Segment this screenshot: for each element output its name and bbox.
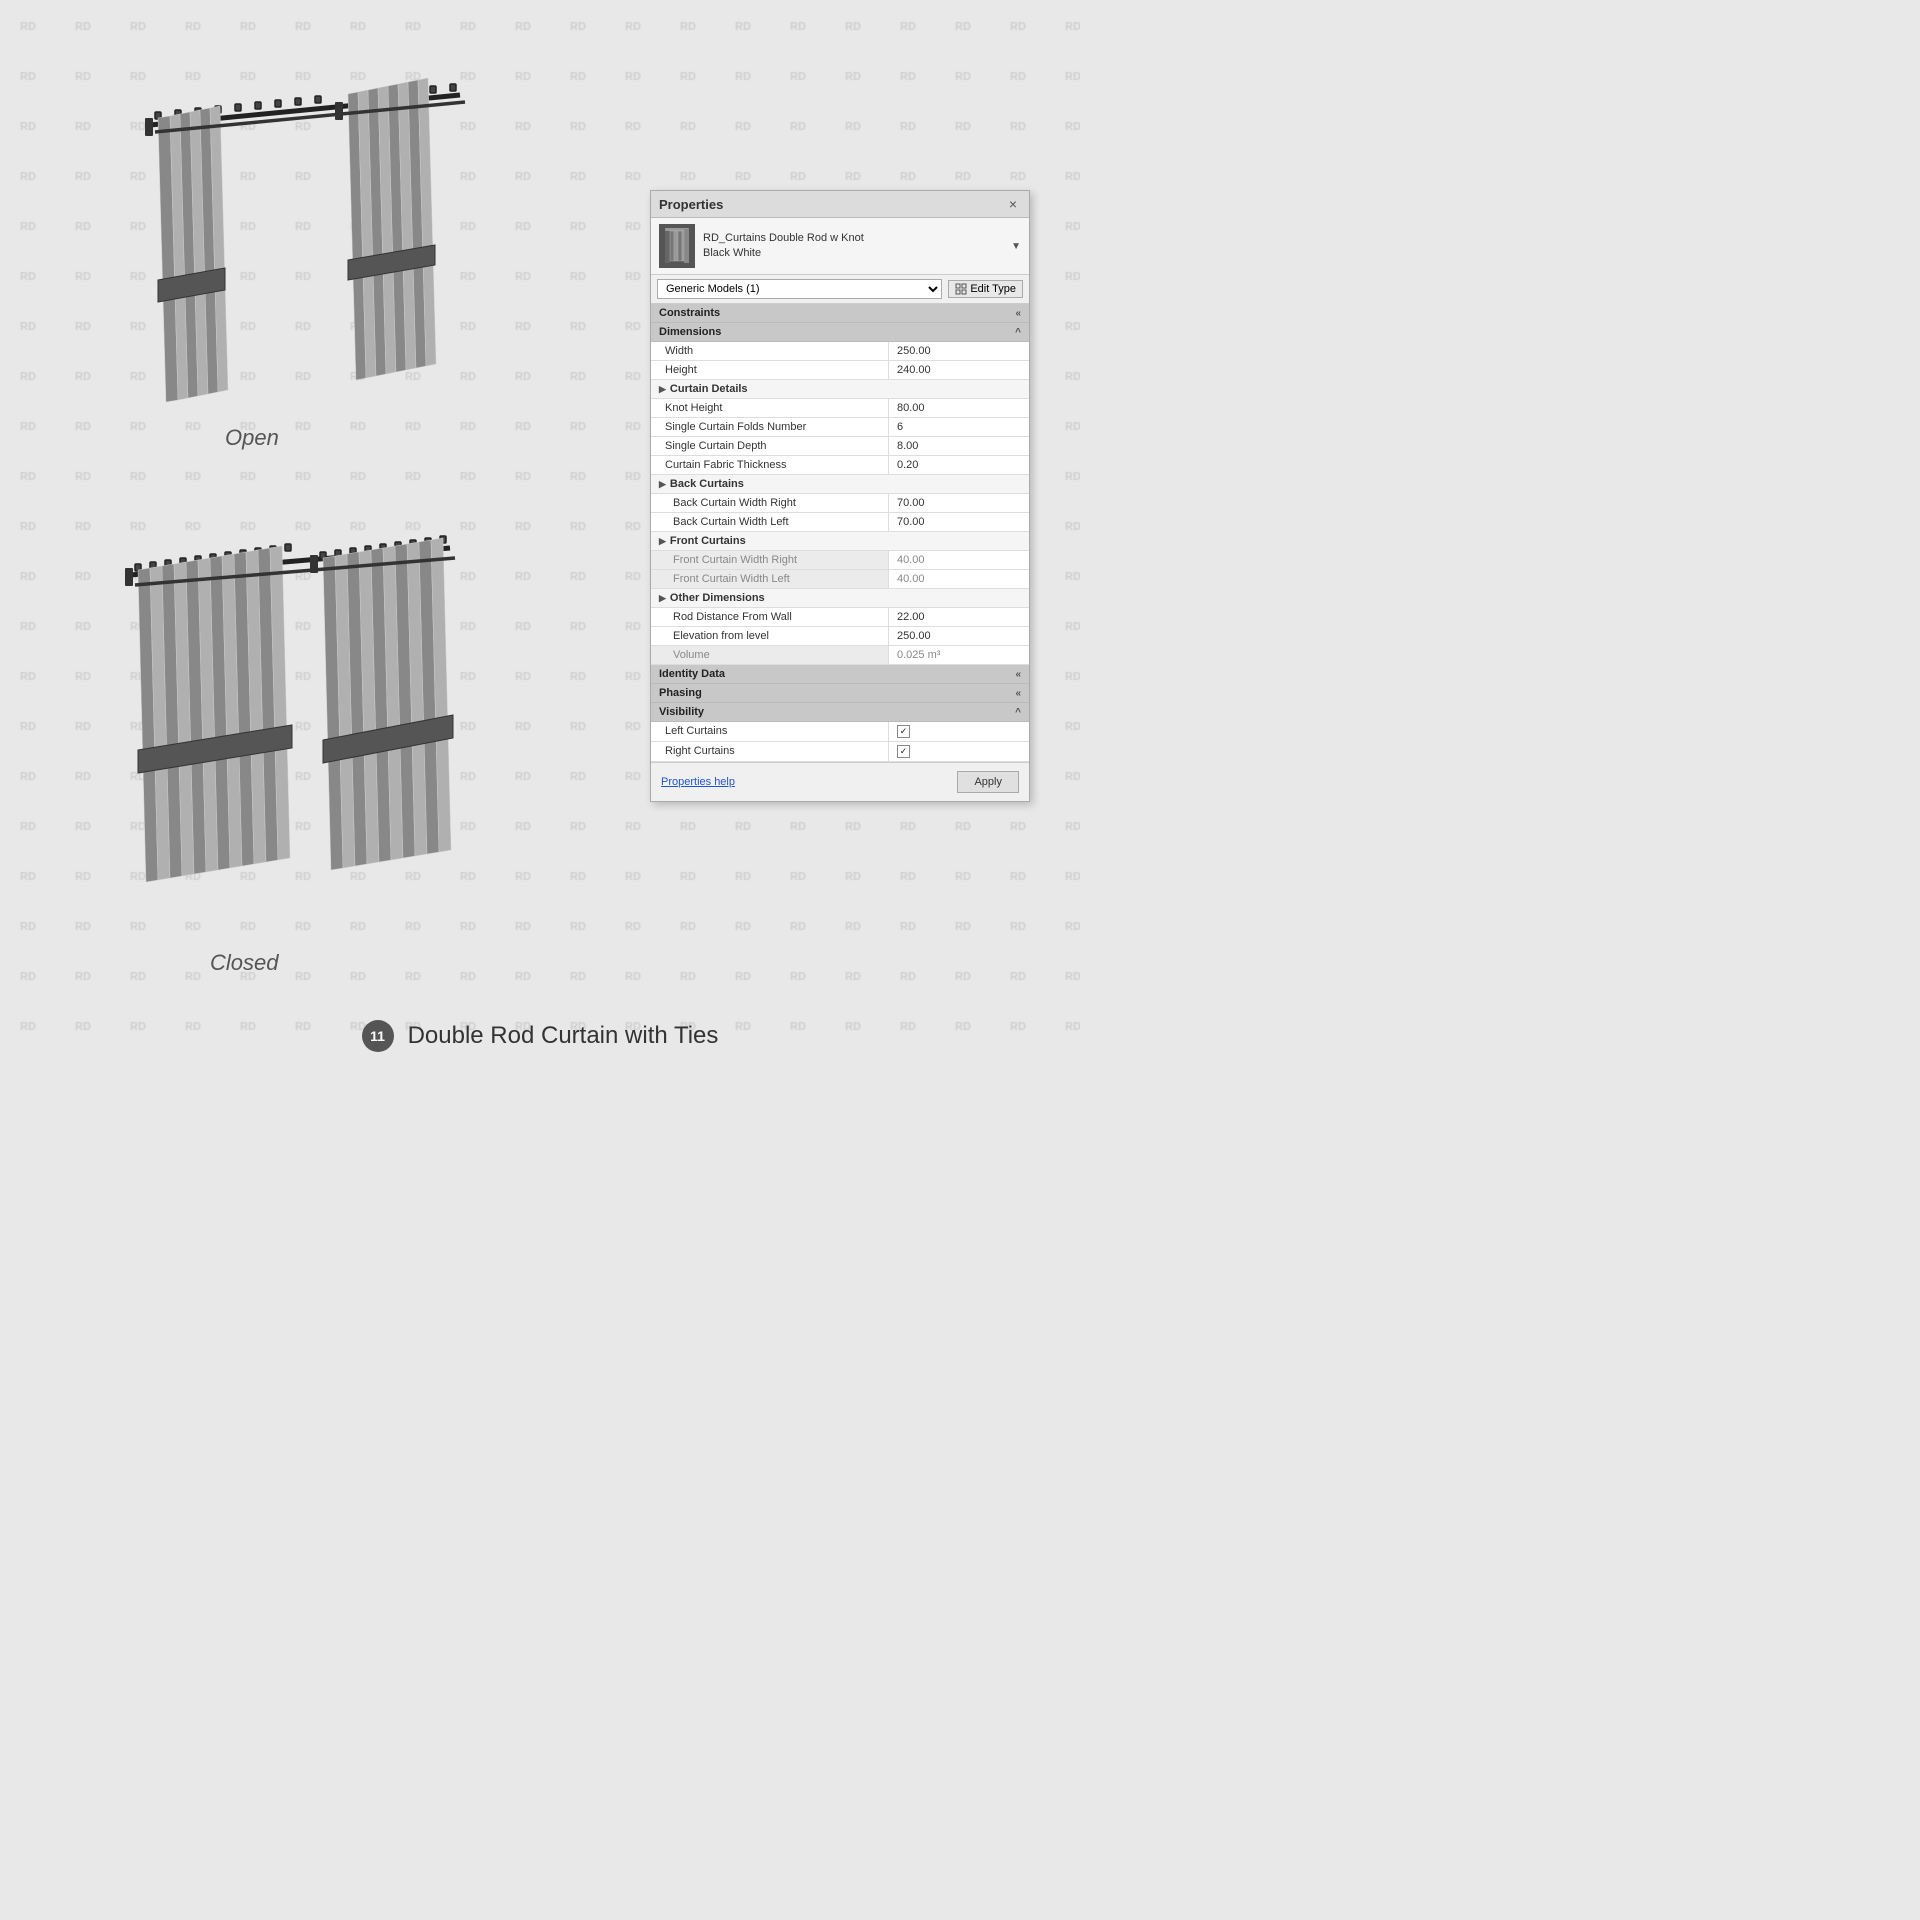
panel-titlebar: Properties × <box>651 191 1029 218</box>
prop-row-volume[interactable]: Volume 0.025 m³ <box>651 646 1029 665</box>
illustrations-area: Open <box>30 30 550 990</box>
prop-label-left-curtains: Left Curtains <box>651 722 889 741</box>
properties-help-link[interactable]: Properties help <box>661 776 735 788</box>
dimensions-properties: Width 250.00 Height 240.00 ▶ Curtain Det… <box>651 342 1029 665</box>
edit-type-button[interactable]: Edit Type <box>948 280 1023 298</box>
prop-value-volume: 0.025 m³ <box>889 646 1029 664</box>
prop-row-rod-distance[interactable]: Rod Distance From Wall 22.00 <box>651 608 1029 627</box>
checkbox-left-curtains[interactable]: ✓ <box>889 722 1029 741</box>
open-curtain-illustration <box>30 50 500 480</box>
open-label: Open <box>225 425 279 451</box>
phasing-toggle: « <box>1015 688 1021 699</box>
prop-value-height: 240.00 <box>889 361 1029 379</box>
left-curtains-checkbox[interactable]: ✓ <box>897 725 910 738</box>
prop-row-height[interactable]: Height 240.00 <box>651 361 1029 380</box>
prop-label-height: Height <box>651 361 889 379</box>
apply-button[interactable]: Apply <box>957 771 1019 793</box>
dimensions-toggle: ^ <box>1015 327 1021 338</box>
other-dimensions-group[interactable]: ▶ Other Dimensions <box>651 589 1029 608</box>
prop-value-knot-height: 80.00 <box>889 399 1029 417</box>
close-button[interactable]: × <box>1005 196 1021 212</box>
prop-row-fabric-thickness[interactable]: Curtain Fabric Thickness 0.20 <box>651 456 1029 475</box>
prop-value-fabric-thickness: 0.20 <box>889 456 1029 474</box>
prop-label-width: Width <box>651 342 889 360</box>
prop-label-elevation: Elevation from level <box>651 627 889 645</box>
type-dropdown[interactable]: Generic Models (1) <box>657 279 942 299</box>
prop-row-front-left[interactable]: Front Curtain Width Left 40.00 <box>651 570 1029 589</box>
prop-value-front-left: 40.00 <box>889 570 1029 588</box>
prop-value-folds-number: 6 <box>889 418 1029 436</box>
prop-value-front-right: 40.00 <box>889 551 1029 569</box>
prop-value-rod-distance: 22.00 <box>889 608 1029 626</box>
other-dimensions-arrow: ▶ <box>659 593 666 604</box>
panel-title: Properties <box>659 197 723 212</box>
prop-row-front-right[interactable]: Front Curtain Width Right 40.00 <box>651 551 1029 570</box>
prop-row-folds-number[interactable]: Single Curtain Folds Number 6 <box>651 418 1029 437</box>
curtain-details-arrow: ▶ <box>659 384 666 395</box>
prop-value-back-left: 70.00 <box>889 513 1029 531</box>
dimensions-section-header[interactable]: Dimensions ^ <box>651 323 1029 342</box>
identity-data-toggle: « <box>1015 669 1021 680</box>
back-curtains-label: ▶ Back Curtains <box>651 475 1029 493</box>
prop-row-width[interactable]: Width 250.00 <box>651 342 1029 361</box>
prop-row-back-right[interactable]: Back Curtain Width Right 70.00 <box>651 494 1029 513</box>
object-dropdown-arrow[interactable]: ▼ <box>1011 241 1021 252</box>
object-name: RD_Curtains Double Rod w Knot Black Whit… <box>703 231 864 262</box>
number-badge: 11 <box>362 1020 394 1052</box>
prop-value-curtain-depth: 8.00 <box>889 437 1029 455</box>
prop-label-front-left: Front Curtain Width Left <box>651 570 889 588</box>
prop-value-width: 250.00 <box>889 342 1029 360</box>
front-curtains-arrow: ▶ <box>659 536 666 547</box>
bottom-title-area: 11 Double Rod Curtain with Ties <box>0 1020 1080 1052</box>
curtain-details-group[interactable]: ▶ Curtain Details <box>651 380 1029 399</box>
closed-label: Closed <box>210 950 278 976</box>
constraints-section-header[interactable]: Constraints « <box>651 304 1029 323</box>
front-curtains-label: ▶ Front Curtains <box>651 532 1029 550</box>
object-thumbnail <box>659 224 695 268</box>
panel-object-row: RD_Curtains Double Rod w Knot Black Whit… <box>651 218 1029 275</box>
other-dimensions-label: ▶ Other Dimensions <box>651 589 1029 607</box>
prop-row-left-curtains[interactable]: Left Curtains ✓ <box>651 722 1029 742</box>
visibility-toggle: ^ <box>1015 707 1021 718</box>
constraints-toggle: « <box>1015 308 1021 319</box>
prop-label-right-curtains: Right Curtains <box>651 742 889 761</box>
panel-footer: Properties help Apply <box>651 762 1029 801</box>
prop-label-back-left: Back Curtain Width Left <box>651 513 889 531</box>
prop-row-knot-height[interactable]: Knot Height 80.00 <box>651 399 1029 418</box>
panel-type-row: Generic Models (1) Edit Type <box>651 275 1029 304</box>
right-curtains-checkbox[interactable]: ✓ <box>897 745 910 758</box>
prop-label-curtain-depth: Single Curtain Depth <box>651 437 889 455</box>
prop-row-elevation[interactable]: Elevation from level 250.00 <box>651 627 1029 646</box>
back-curtains-arrow: ▶ <box>659 479 666 490</box>
checkbox-right-curtains[interactable]: ✓ <box>889 742 1029 761</box>
bottom-title-text: Double Rod Curtain with Ties <box>408 1022 719 1050</box>
identity-data-section-header[interactable]: Identity Data « <box>651 665 1029 684</box>
prop-value-elevation: 250.00 <box>889 627 1029 645</box>
properties-panel: Properties × RD_Curtains Double Rod w Kn… <box>650 190 1030 802</box>
prop-label-rod-distance: Rod Distance From Wall <box>651 608 889 626</box>
front-curtains-group[interactable]: ▶ Front Curtains <box>651 532 1029 551</box>
edit-icon <box>955 283 967 295</box>
prop-label-folds-number: Single Curtain Folds Number <box>651 418 889 436</box>
prop-row-curtain-depth[interactable]: Single Curtain Depth 8.00 <box>651 437 1029 456</box>
back-curtains-group[interactable]: ▶ Back Curtains <box>651 475 1029 494</box>
prop-row-right-curtains[interactable]: Right Curtains ✓ <box>651 742 1029 762</box>
phasing-section-header[interactable]: Phasing « <box>651 684 1029 703</box>
closed-curtain-illustration <box>30 510 500 930</box>
prop-label-knot-height: Knot Height <box>651 399 889 417</box>
prop-value-back-right: 70.00 <box>889 494 1029 512</box>
visibility-section-header[interactable]: Visibility ^ <box>651 703 1029 722</box>
curtain-details-label: ▶ Curtain Details <box>651 380 1029 398</box>
prop-label-volume: Volume <box>651 646 889 664</box>
prop-row-back-left[interactable]: Back Curtain Width Left 70.00 <box>651 513 1029 532</box>
prop-label-fabric-thickness: Curtain Fabric Thickness <box>651 456 889 474</box>
prop-label-back-right: Back Curtain Width Right <box>651 494 889 512</box>
prop-label-front-right: Front Curtain Width Right <box>651 551 889 569</box>
